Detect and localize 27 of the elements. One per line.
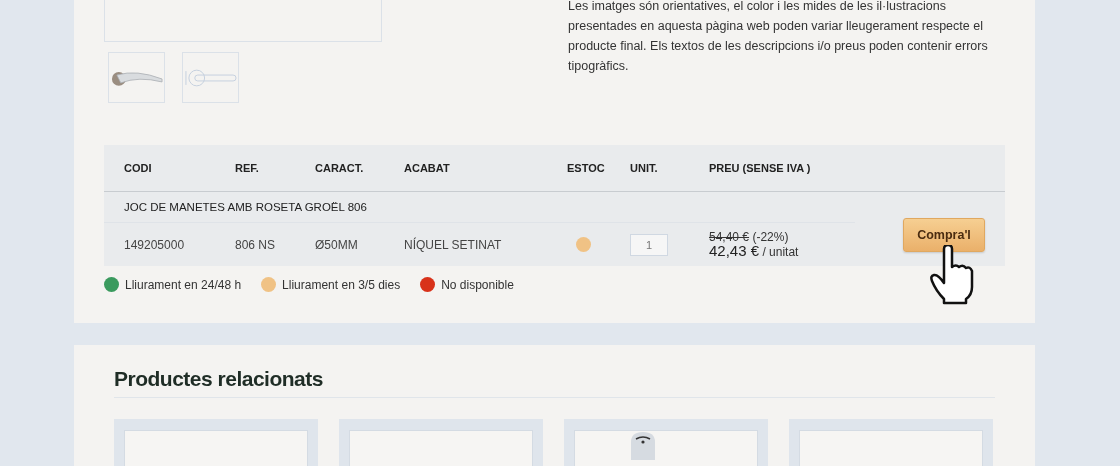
legend-label: Lliurament en 3/5 dies	[282, 277, 401, 292]
column-header: ESTOC	[567, 162, 606, 174]
product-card[interactable]	[114, 419, 318, 466]
product-name: JOC DE MANETES AMB ROSETA GROËL 806	[104, 192, 855, 223]
product-card[interactable]	[789, 419, 993, 466]
thumbnail[interactable]	[108, 52, 165, 103]
column-header: CARACT.	[315, 162, 365, 174]
discount-text: (-22%)	[752, 230, 789, 244]
column-header: UNIT.	[630, 162, 659, 174]
legend-label: Lliurament en 24/48 h	[125, 277, 242, 292]
quantity-field[interactable]: 1	[630, 233, 668, 256]
legend-label: No disponible	[441, 277, 514, 292]
column-header: PREU (SENSE IVA )	[709, 162, 812, 174]
column-header: ACABAT	[404, 162, 451, 174]
section-title: Productes relacionats	[114, 367, 995, 398]
table-cell-text: 806 NS	[235, 237, 277, 252]
thumbnail[interactable]	[182, 52, 239, 103]
disclaimer-text: Les imatges són orientatives, el color i les mides de les il·lustracions presentades en aquesta pàgina web poden variar lleugerament respecte el producte final. Els textos de les descripcions i/o preus poden contenir errors tipogràfics.	[568, 0, 989, 75]
table-cell-text: 149205000	[124, 237, 186, 252]
unit-text: / unitat	[762, 245, 799, 259]
product-card[interactable]	[339, 419, 543, 466]
product-card[interactable]	[564, 419, 768, 466]
column-header: REF.	[235, 162, 260, 174]
column-header: CODI	[124, 162, 153, 174]
old-price: 54,40 €	[709, 230, 750, 244]
table-cell-text: Ø50MM	[315, 237, 359, 252]
table-cell-text: NÍQUEL SETINAT	[404, 237, 503, 252]
